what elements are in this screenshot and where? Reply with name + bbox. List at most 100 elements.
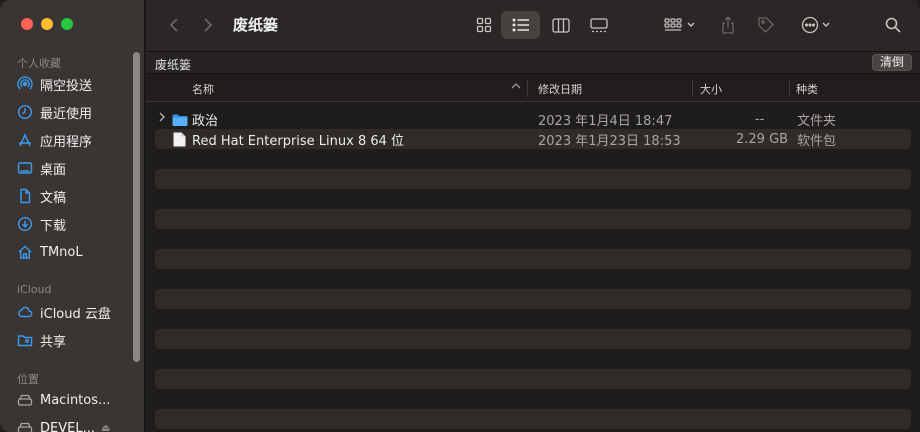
empty-row (155, 249, 911, 269)
search-icon (885, 17, 901, 33)
column-separator[interactable] (789, 80, 790, 97)
list-icon (512, 18, 529, 32)
file-size: 2.29 GB (736, 131, 789, 147)
window-title: 废纸篓 (233, 16, 279, 34)
sidebar-item-macintosh-hd[interactable]: Macintos... (17, 389, 135, 411)
desktop-icon (17, 160, 33, 176)
empty-row (155, 229, 911, 249)
sidebar-item-icloud-drive[interactable]: iCloud 云盘 (17, 301, 135, 323)
close-button[interactable] (21, 18, 33, 30)
shared-folder-icon (17, 332, 33, 348)
column-header-modified[interactable]: 修改日期 (538, 75, 582, 102)
file-name: 政治 (192, 113, 219, 129)
path-bar: 废纸篓 清倒 (146, 52, 920, 74)
column-header-kind[interactable]: 种类 (796, 75, 818, 102)
empty-row (155, 389, 911, 409)
empty-trash-button[interactable]: 清倒 (871, 54, 912, 71)
minimize-button[interactable] (41, 18, 53, 30)
home-icon (17, 244, 33, 260)
sidebar-item-applications[interactable]: 应用程序 (17, 129, 135, 151)
path-label: 废纸篓 (155, 58, 192, 72)
file-size: -- (755, 111, 765, 127)
sidebar-section-locations: 位置 (17, 373, 39, 386)
back-button[interactable] (163, 14, 185, 36)
sidebar-item-recents[interactable]: 最近使用 (17, 101, 135, 123)
file-kind: 软件包 (797, 133, 837, 149)
sidebar-item-label: iCloud 云盘 (40, 306, 111, 322)
disclosure-triangle-icon[interactable] (159, 112, 166, 125)
finder-window: 个人收藏 隔空投送 最近使用 应用程序 桌面 文稿 下载 TMnoL iClou… (0, 0, 920, 432)
file-kind: 文件夹 (797, 113, 837, 129)
sidebar-item-documents[interactable]: 文稿 (17, 185, 135, 207)
sidebar-item-home[interactable]: TMnoL (17, 241, 135, 263)
group-icon (663, 18, 682, 31)
toolbar: 废纸篓 (146, 0, 920, 52)
file-list: 政治 2023 年1月4日 18:47 -- 文件夹 Red Hat Enter… (146, 103, 920, 432)
sidebar: 个人收藏 隔空投送 最近使用 应用程序 桌面 文稿 下载 TMnoL iClou… (0, 0, 145, 432)
gallery-view-button[interactable] (581, 11, 617, 39)
empty-row (155, 269, 911, 289)
sidebar-item-airdrop[interactable]: 隔空投送 (17, 73, 135, 95)
columns-icon (552, 17, 570, 33)
empty-row (155, 309, 911, 329)
empty-row (155, 409, 911, 429)
maximize-button[interactable] (61, 18, 73, 30)
sidebar-item-label: 下载 (40, 218, 67, 234)
sidebar-item-label: 文稿 (40, 190, 67, 206)
eject-icon[interactable]: ⏏ (101, 423, 110, 432)
icon-view-button[interactable] (466, 11, 502, 39)
sidebar-scrollbar[interactable] (133, 52, 140, 362)
empty-row (155, 329, 911, 349)
applications-icon (17, 132, 33, 148)
disk-icon (17, 420, 33, 432)
cloud-icon (17, 304, 33, 320)
search-button[interactable] (878, 11, 908, 39)
share-icon (722, 16, 734, 34)
share-button[interactable] (714, 11, 742, 39)
sidebar-item-label: 桌面 (40, 162, 67, 178)
sidebar-item-devel[interactable]: DEVEL... ⏏ (17, 417, 135, 432)
sidebar-item-label: 隔空投送 (40, 78, 93, 94)
folder-icon (172, 109, 188, 129)
table-row[interactable]: Red Hat Enterprise Linux 8 64 位 2023 年1月… (155, 129, 911, 149)
column-header-size[interactable]: 大小 (700, 75, 722, 102)
sidebar-item-label: Macintos... (40, 392, 111, 408)
column-view-button[interactable] (543, 11, 579, 39)
window-controls (21, 18, 73, 30)
tag-button[interactable] (752, 11, 780, 39)
column-header-row: 名称 修改日期 大小 种类 (146, 75, 920, 102)
table-row[interactable]: 政治 2023 年1月4日 18:47 -- 文件夹 (155, 109, 911, 129)
empty-row (155, 169, 911, 189)
airdrop-icon (17, 76, 33, 92)
sidebar-item-label: TMnoL (40, 244, 83, 260)
ellipsis-circle-icon (801, 16, 818, 34)
tag-icon (758, 17, 774, 33)
gallery-icon (590, 17, 608, 32)
package-file-icon (173, 129, 186, 149)
list-view-button[interactable] (501, 11, 540, 39)
group-by-button[interactable] (656, 11, 702, 39)
chevron-left-icon (169, 18, 178, 32)
chevron-down-icon (822, 22, 829, 27)
empty-row (155, 189, 911, 209)
sidebar-item-shared[interactable]: 共享 (17, 329, 135, 351)
sidebar-item-downloads[interactable]: 下载 (17, 213, 135, 235)
grid-icon (476, 17, 492, 33)
sidebar-section-icloud: iCloud (17, 283, 52, 296)
sidebar-item-label: DEVEL... (40, 420, 95, 432)
action-menu-button[interactable] (794, 11, 836, 39)
file-name: Red Hat Enterprise Linux 8 64 位 (192, 133, 405, 149)
empty-row (155, 149, 911, 169)
empty-row (155, 209, 911, 229)
sidebar-item-desktop[interactable]: 桌面 (17, 157, 135, 179)
chevron-right-icon (204, 18, 213, 32)
chevron-down-icon (687, 22, 694, 27)
sidebar-item-label: 应用程序 (40, 134, 93, 150)
sidebar-item-label: 最近使用 (40, 106, 93, 122)
column-separator[interactable] (692, 80, 693, 97)
column-header-name[interactable]: 名称 (192, 75, 214, 102)
clock-icon (17, 104, 33, 120)
forward-button[interactable] (197, 14, 219, 36)
document-icon (17, 188, 33, 204)
column-separator[interactable] (527, 80, 528, 97)
